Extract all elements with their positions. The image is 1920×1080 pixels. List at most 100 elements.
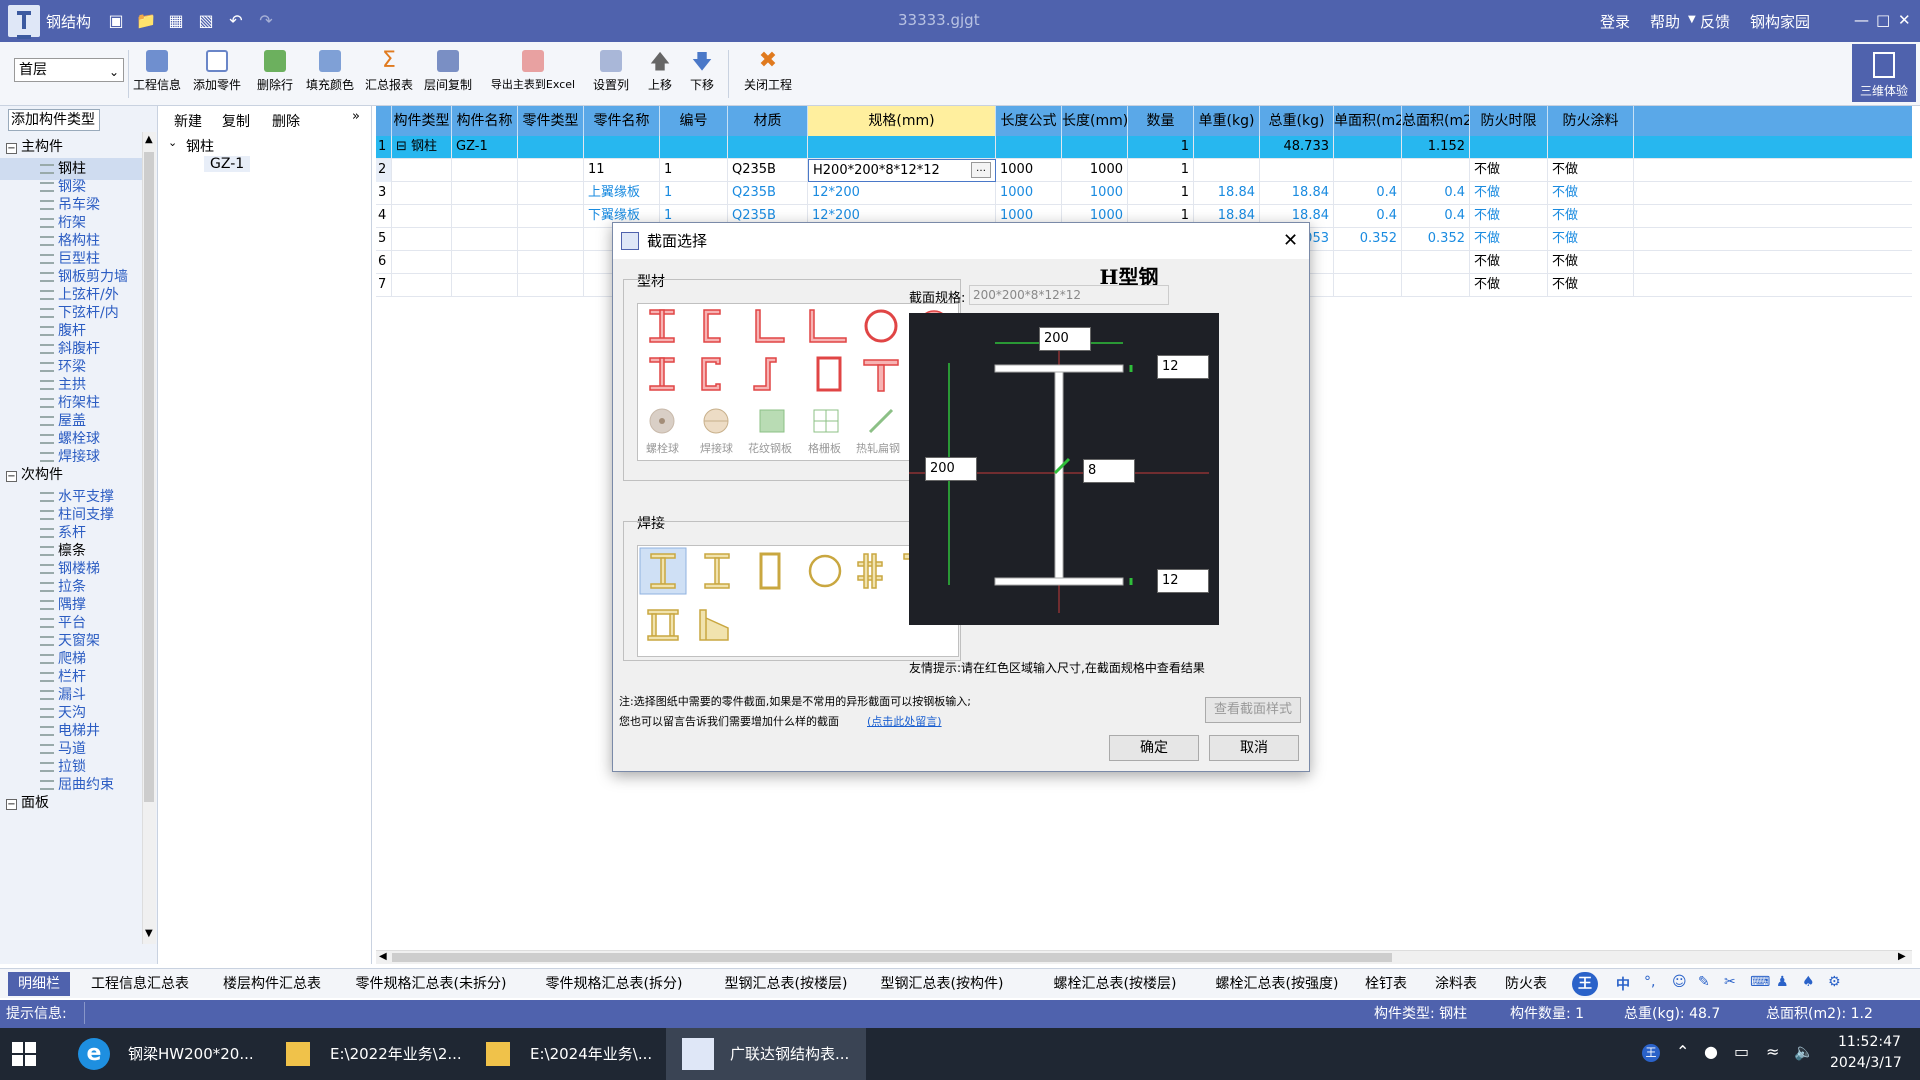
windows-start-icon[interactable] <box>12 1042 36 1066</box>
table-cell-box[interactable] <box>1334 274 1402 297</box>
scroll-left-icon[interactable]: ◀ <box>379 951 387 962</box>
ok-button[interactable]: 确定 <box>1109 735 1199 761</box>
column-header[interactable]: 总重(kg) <box>1260 106 1334 136</box>
speaker-icon[interactable]: 🔈 <box>1794 1042 1814 1061</box>
save-as-icon[interactable]: ▧ <box>196 11 216 31</box>
web-thickness-input[interactable]: 8 <box>1083 459 1135 483</box>
table-cell-box[interactable] <box>452 251 518 274</box>
scroll-thumb[interactable] <box>144 152 154 802</box>
left-scrollbar[interactable]: ▲ ▼ <box>142 132 156 944</box>
table-cell-box[interactable] <box>1062 136 1128 159</box>
table-cell-box[interactable] <box>392 228 452 251</box>
save-icon[interactable]: ▦ <box>166 11 186 31</box>
h-scroll-thumb[interactable] <box>392 953 1392 962</box>
report-tab[interactable]: 螺栓汇总表(按强度) <box>1202 972 1352 996</box>
export-excel-button[interactable]: 导出主表到Excel <box>480 50 586 104</box>
top-flange-input[interactable]: 12 <box>1157 355 1209 379</box>
bottom-flange-input[interactable]: 12 <box>1157 569 1209 593</box>
taskbar-item-browser[interactable]: e 钢梁HW200*20... <box>64 1028 264 1080</box>
flange-width-input[interactable]: 200 <box>1039 327 1091 351</box>
table-cell-box[interactable]: 1.152 <box>1402 136 1470 159</box>
table-cell-box[interactable]: 1000 <box>1062 159 1128 182</box>
table-cell-box[interactable]: Q235B <box>728 182 808 205</box>
table-cell-box[interactable] <box>660 136 728 159</box>
move-down-button[interactable]: 🡇 下移 <box>682 50 722 104</box>
column-header[interactable]: 数量 <box>1128 106 1194 136</box>
delete-button[interactable]: 删除 <box>272 111 300 131</box>
table-cell-box[interactable]: 1000 <box>1062 182 1128 205</box>
wifi-icon[interactable]: ≈ <box>1766 1042 1779 1061</box>
fill-color-button[interactable]: 填充颜色 <box>302 50 358 104</box>
table-cell-box[interactable]: 不做 <box>1470 274 1548 297</box>
table-cell-box[interactable] <box>1402 274 1470 297</box>
table-cell-box[interactable]: 不做 <box>1548 228 1634 251</box>
table-cell-box[interactable]: 1 <box>660 182 728 205</box>
table-cell-box[interactable]: 1 <box>1128 182 1194 205</box>
report-tab[interactable]: 防火表 <box>1502 972 1550 996</box>
keyboard-icon[interactable]: ⌨ <box>1750 974 1770 990</box>
table-cell-box[interactable]: 1000 <box>996 182 1062 205</box>
user-icon[interactable]: ♟ <box>1776 974 1789 990</box>
table-cell-box[interactable]: 1000 <box>996 159 1062 182</box>
table-cell-box[interactable]: 18.84 <box>1194 182 1260 205</box>
ellipsis-button[interactable]: … <box>971 162 991 178</box>
summary-report-button[interactable]: Σ 汇总报表 <box>362 50 416 104</box>
add-part-button[interactable]: 添加零件 <box>188 50 246 104</box>
table-cell-box[interactable] <box>452 228 518 251</box>
settings-gear-icon[interactable]: ⚙ <box>1828 974 1841 990</box>
column-header[interactable]: 构件类型 <box>392 106 452 136</box>
pen-icon[interactable]: ✎ <box>1698 974 1710 990</box>
table-cell-box[interactable]: 18.84 <box>1260 182 1334 205</box>
table-cell-box[interactable] <box>392 251 452 274</box>
report-tab[interactable]: 明细栏 <box>8 972 70 996</box>
table-cell-box[interactable]: 1 <box>1128 136 1194 159</box>
help-dropdown-icon[interactable]: ▼ <box>1688 14 1696 25</box>
report-tab[interactable]: 工程信息汇总表 <box>84 972 196 996</box>
table-cell-box[interactable]: 不做 <box>1470 159 1548 182</box>
ime-mode[interactable]: 中 <box>1616 974 1630 994</box>
close-icon[interactable]: ✕ <box>1283 223 1298 259</box>
table-cell-box[interactable] <box>1260 159 1334 182</box>
profile-label-flat-bar[interactable]: 热轧扁钢 <box>856 440 900 456</box>
table-cell-box[interactable]: 不做 <box>1470 182 1548 205</box>
table-cell-box[interactable]: H200*200*8*12*12… <box>808 159 996 182</box>
tree-group-header[interactable]: − 面板 <box>0 792 142 814</box>
table-cell-box[interactable] <box>392 159 452 182</box>
column-header[interactable]: 单面积(m2) <box>1334 106 1402 136</box>
tree-root[interactable]: 钢柱 <box>186 136 214 156</box>
table-cell-box[interactable]: 48.733 <box>1260 136 1334 159</box>
table-row[interactable]: 3 上翼缘板 1 Q235B 12*200 1000 1000 1 18.84 18.84 0.4 0… <box>376 182 1912 205</box>
column-header[interactable]: 编号 <box>660 106 728 136</box>
table-cell-box[interactable] <box>1194 159 1260 182</box>
copy-button[interactable]: 复制 <box>222 111 250 131</box>
table-cell-box[interactable] <box>392 205 452 228</box>
table-cell-box[interactable]: 1 <box>660 159 728 182</box>
table-cell-box[interactable] <box>518 205 584 228</box>
column-header[interactable]: 长度公式 <box>996 106 1062 136</box>
table-cell-box[interactable] <box>996 136 1062 159</box>
three-d-button[interactable]: 三维体验 <box>1852 44 1916 102</box>
profile-label-grating[interactable]: 格栅板 <box>808 440 841 456</box>
menu-login[interactable]: 登录 <box>1600 11 1630 32</box>
table-cell-box[interactable]: 0.352 <box>1334 228 1402 251</box>
table-cell-box[interactable]: ⊟ 钢柱 <box>392 136 452 159</box>
section-spec-field[interactable]: 200*200*8*12*12 <box>969 285 1169 305</box>
report-tab[interactable]: 型钢汇总表(按楼层) <box>716 972 856 996</box>
table-cell-box[interactable] <box>1402 251 1470 274</box>
table-cell-box[interactable] <box>518 251 584 274</box>
column-header[interactable]: 防火时限 <box>1470 106 1548 136</box>
report-tab[interactable]: 零件规格汇总表(未拆分) <box>346 972 516 996</box>
taskbar-item-folder-2022[interactable]: E:\2022年业务\2... <box>266 1028 462 1080</box>
table-cell-box[interactable]: 11 <box>584 159 660 182</box>
tree-group-header[interactable]: − 主构件 <box>0 136 142 158</box>
floor-select[interactable]: 首层 ⌄ <box>14 58 124 82</box>
minimize-icon[interactable]: — <box>1854 11 1869 29</box>
menu-home[interactable]: 钢构家园 <box>1750 11 1810 32</box>
new-button[interactable]: 新建 <box>174 111 202 131</box>
table-cell-box[interactable]: 不做 <box>1548 205 1634 228</box>
skin-icon[interactable]: ♠ <box>1802 974 1815 990</box>
table-cell-box[interactable]: 不做 <box>1470 251 1548 274</box>
qq-icon[interactable]: ● <box>1704 1042 1718 1061</box>
table-cell-box[interactable] <box>452 274 518 297</box>
table-cell-box[interactable] <box>518 182 584 205</box>
